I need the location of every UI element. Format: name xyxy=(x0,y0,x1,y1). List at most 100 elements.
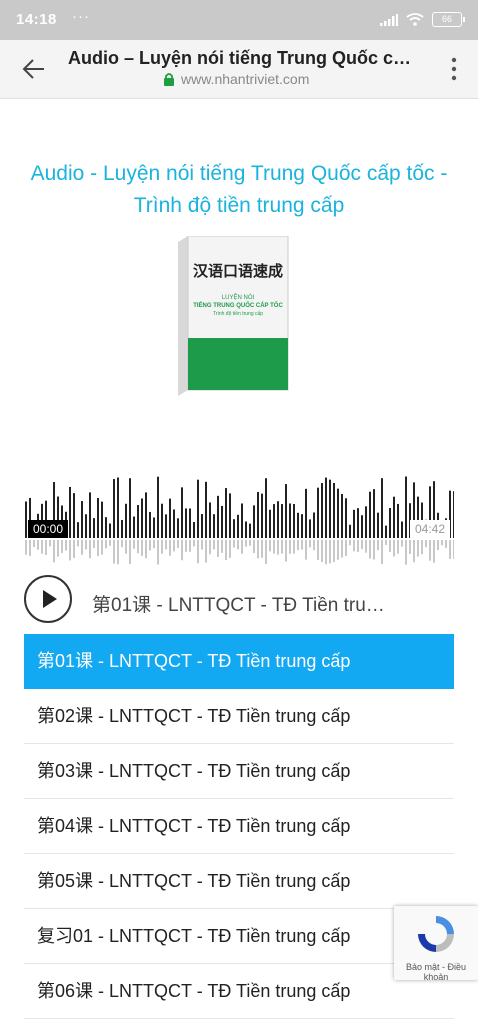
waveform-reflection xyxy=(305,540,307,560)
waveform-reflection xyxy=(301,540,303,550)
waveform-reflection xyxy=(61,540,63,554)
waveform-bar xyxy=(221,505,223,538)
waveform-bar xyxy=(177,518,179,538)
waveform-reflection xyxy=(161,540,163,554)
waveform-bar xyxy=(161,503,163,538)
waveform-reflection xyxy=(325,540,327,565)
waveform-reflection xyxy=(85,540,87,550)
book-line-3: Trình độ tiền trung cấp xyxy=(213,311,263,317)
waveform-reflection xyxy=(437,540,439,551)
waveform-reflection xyxy=(313,540,315,551)
waveform-reflection xyxy=(29,540,31,557)
waveform-bar xyxy=(245,521,247,538)
waveform-reflection xyxy=(381,540,383,564)
waveform-reflection xyxy=(229,540,231,558)
waveform-bar xyxy=(405,476,407,538)
waveform-reflection xyxy=(145,540,147,559)
waveform-reflection xyxy=(177,540,179,548)
more-options-button[interactable] xyxy=(450,56,458,82)
waveform-bar xyxy=(173,509,175,538)
playlist-item[interactable]: 第04课 - LNTTQCT - TĐ Tiền trung cấp xyxy=(24,799,454,854)
waveform-reflection xyxy=(293,540,295,554)
book-line-2: TIẾNG TRUNG QUỐC CẤP TỐC xyxy=(193,302,283,309)
playlist-item[interactable]: 第06课 - LNTTQCT - TĐ Tiền trung cấp xyxy=(24,964,454,1019)
waveform-bar xyxy=(317,487,319,538)
waveform-bar xyxy=(293,504,295,538)
waveform-bar xyxy=(25,501,27,538)
playlist-item[interactable]: 第02课 - LNTTQCT - TĐ Tiền trung cấp xyxy=(24,689,454,744)
playlist-item[interactable]: 复习01 - LNTTQCT - TĐ Tiền trung cấp xyxy=(24,909,454,964)
back-button[interactable] xyxy=(20,55,48,83)
arrow-left-icon xyxy=(22,59,44,79)
waveform-reflection xyxy=(57,540,59,557)
recaptcha-text[interactable]: Bảo mật - Điều khoản xyxy=(396,962,476,982)
waveform-reflection xyxy=(441,540,443,546)
waveform-reflection xyxy=(77,540,79,547)
waveform-reflection xyxy=(257,540,259,559)
waveform-bar xyxy=(365,506,367,538)
waveform-bar xyxy=(125,503,127,538)
waveform-reflection xyxy=(253,540,255,554)
audio-waveform-seekbar[interactable] xyxy=(24,470,455,570)
waveform-bar xyxy=(269,509,271,538)
waveform-reflection xyxy=(361,540,363,550)
waveform-reflection xyxy=(241,540,243,554)
waveform-reflection xyxy=(369,540,371,559)
waveform-reflection xyxy=(421,540,423,555)
waveform-bar xyxy=(289,503,291,538)
article-title: Audio - Luyện nói tiếng Trung Quốc cấp t… xyxy=(30,162,448,217)
waveform-reflection xyxy=(373,540,375,560)
waveform-reflection xyxy=(185,540,187,552)
waveform-bar xyxy=(153,517,155,538)
waveform-bar xyxy=(281,504,283,538)
waveform-bar xyxy=(133,516,135,538)
waveform-bar xyxy=(149,511,151,538)
waveform-reflection xyxy=(297,540,299,551)
waveform-reflection xyxy=(53,540,55,563)
waveform-reflection xyxy=(321,540,323,562)
waveform-bar xyxy=(141,498,143,538)
waveform-bar xyxy=(265,478,267,538)
waveform-bar xyxy=(309,519,311,538)
waveform-reflection xyxy=(89,540,91,559)
waveform-bar xyxy=(213,514,215,538)
waveform-reflection xyxy=(133,540,135,549)
waveform-bar xyxy=(209,502,211,538)
waveform-reflection xyxy=(309,540,311,548)
wifi-icon xyxy=(406,13,424,26)
waveform-bar xyxy=(169,498,171,538)
waveform-reflection xyxy=(101,540,103,555)
waveform-reflection xyxy=(41,540,43,554)
waveform-bar xyxy=(101,501,103,538)
waveform-reflection xyxy=(109,540,111,546)
waveform-bar xyxy=(113,479,115,538)
waveform-bar xyxy=(73,493,75,538)
waveform-bar xyxy=(389,508,391,538)
playlist-item[interactable]: 第03课 - LNTTQCT - TĐ Tiền trung cấp xyxy=(24,744,454,799)
waveform-reflection xyxy=(329,540,331,564)
waveform-bar xyxy=(373,489,375,538)
waveform-reflection xyxy=(429,540,431,561)
waveform-bar xyxy=(77,522,79,538)
recaptcha-badge[interactable]: Bảo mật - Điều khoản xyxy=(394,906,478,982)
waveform-reflection xyxy=(413,540,415,563)
waveform-reflection xyxy=(273,540,275,554)
waveform-reflection xyxy=(81,540,83,555)
playlist-item[interactable]: 第01课 - LNTTQCT - TĐ Tiền trung cấp xyxy=(24,634,454,689)
waveform-bar xyxy=(105,517,107,538)
play-button[interactable] xyxy=(24,575,72,623)
waveform-bar xyxy=(261,493,263,538)
url-display[interactable]: www.nhantriviet.com xyxy=(163,71,309,87)
waveform-reflection xyxy=(285,540,287,562)
waveform-bar xyxy=(89,492,91,538)
waveform-bar xyxy=(201,514,203,538)
waveform-reflection xyxy=(277,540,279,555)
waveform-bar xyxy=(321,483,323,538)
playlist-item[interactable]: 第05课 - LNTTQCT - TĐ Tiền trung cấp xyxy=(24,854,454,909)
waveform-bar xyxy=(305,488,307,538)
browser-page-title[interactable]: Audio – Luyện nói tiếng Trung Quốc cấp t… xyxy=(68,48,418,69)
waveform-reflection xyxy=(349,540,351,546)
waveform-reflection xyxy=(45,540,47,555)
waveform-reflection xyxy=(137,540,139,554)
waveform-reflection xyxy=(337,540,339,560)
